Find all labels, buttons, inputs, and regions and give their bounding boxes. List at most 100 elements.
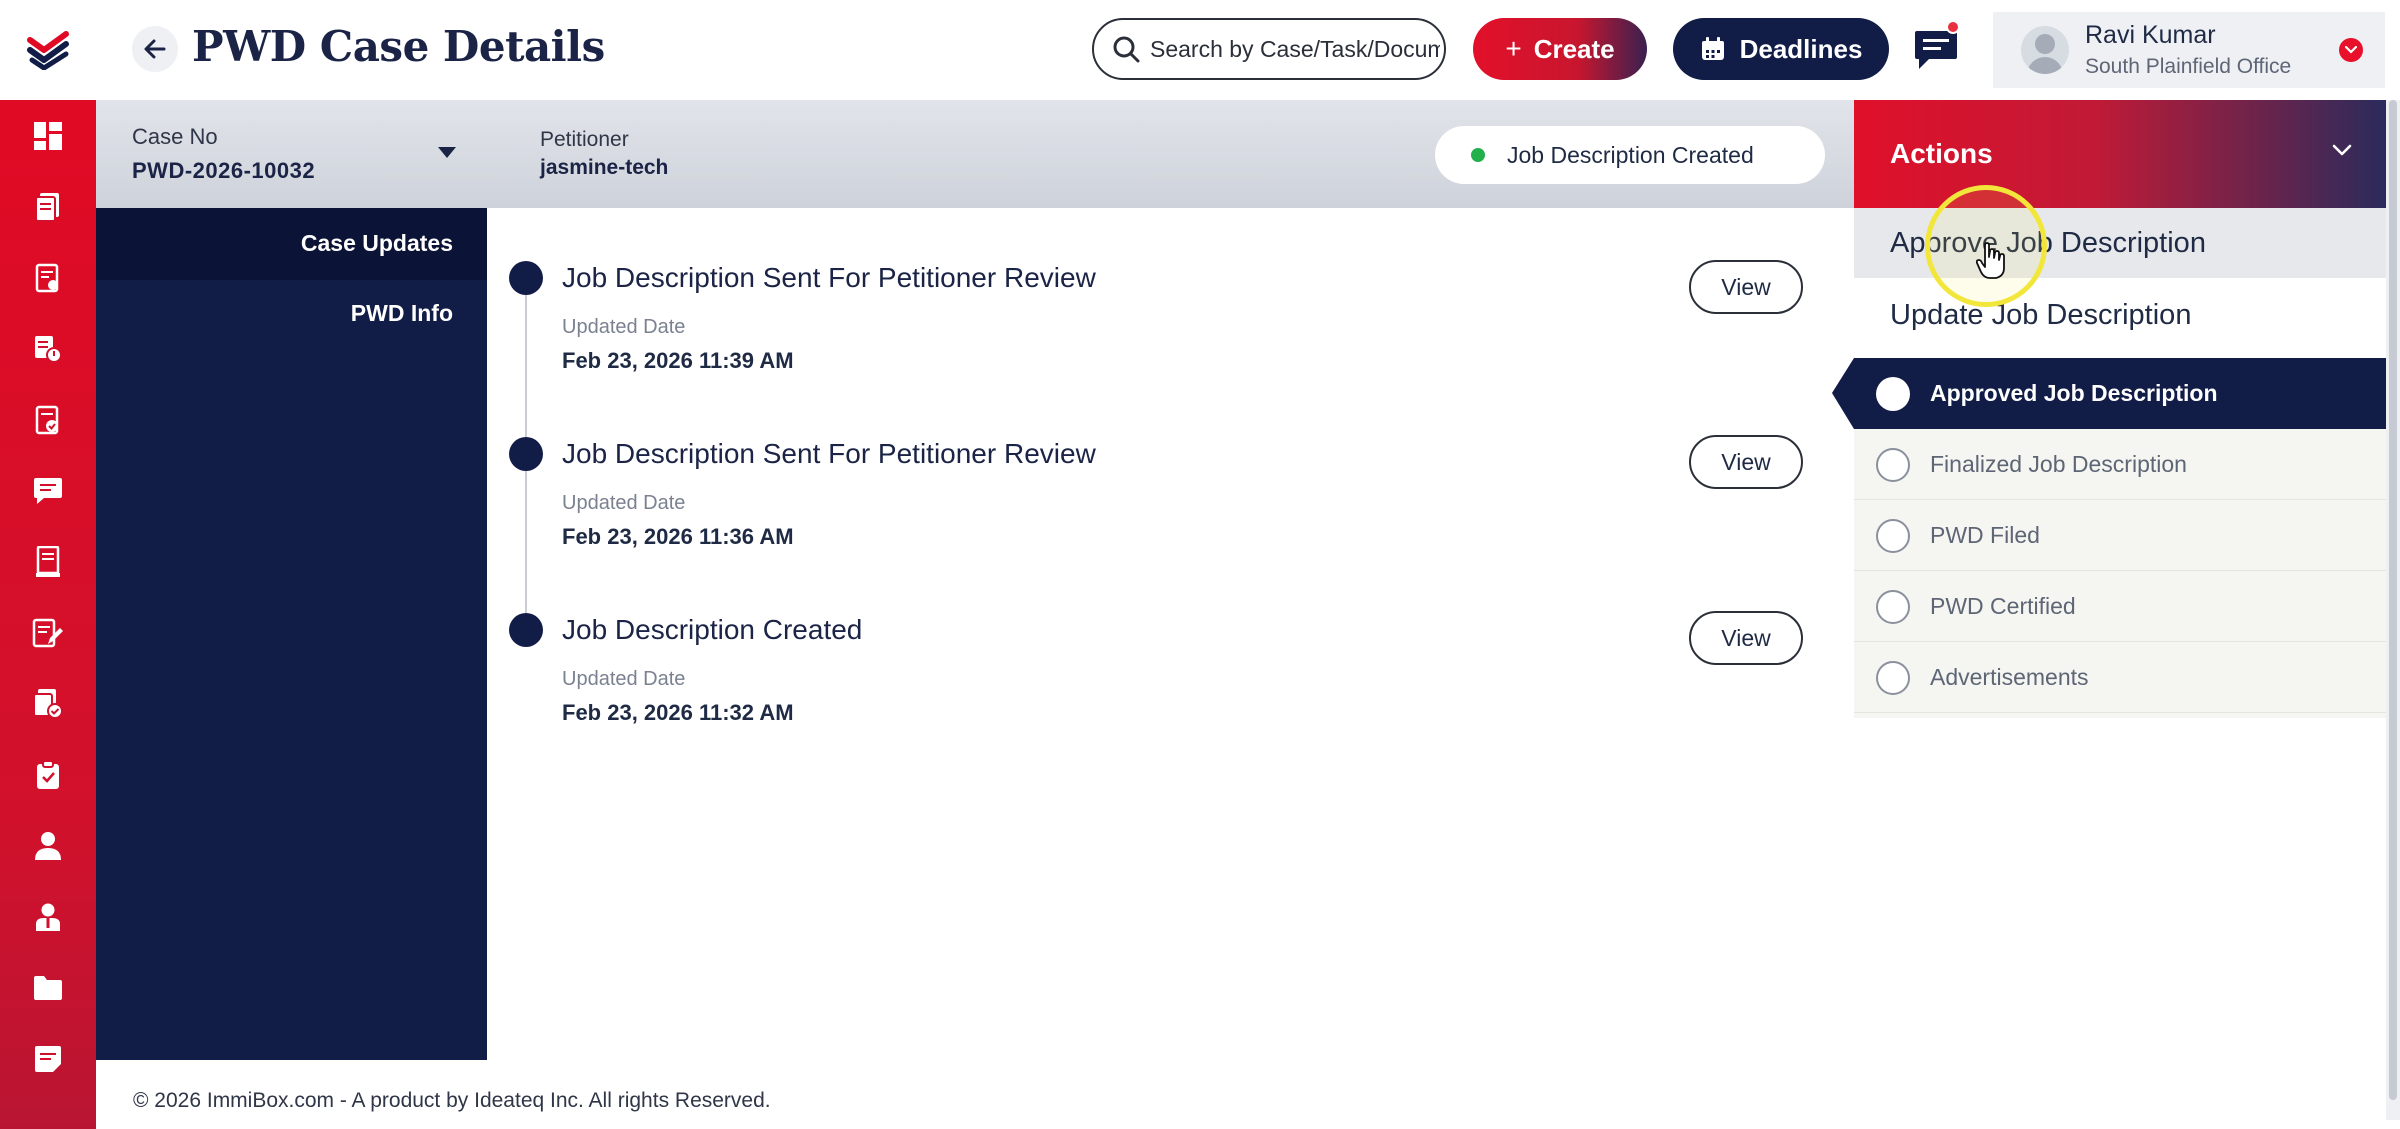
- subnav-item-pwd-info[interactable]: PWD Info: [351, 300, 453, 327]
- view-button[interactable]: View: [1689, 260, 1803, 314]
- actions-panel: Actions Approve Job Description Update J…: [1832, 100, 2386, 1120]
- user-icon: [35, 832, 61, 860]
- checklist-icon: [35, 405, 59, 435]
- case-dropdown-caret-icon[interactable]: [438, 147, 456, 158]
- rail-profile[interactable]: [0, 887, 96, 947]
- chat-icon: [1915, 31, 1957, 69]
- search-icon: [1113, 36, 1140, 63]
- step-label: PWD Filed: [1930, 521, 2040, 548]
- book-icon: [36, 546, 60, 577]
- user-meta: Ravi Kumar South Plainfield Office: [2085, 21, 2291, 79]
- step-pointer-icon: [1832, 358, 1854, 429]
- step-approved-job-description: Approved Job Description: [1832, 358, 2386, 429]
- create-button-label: Create: [1533, 33, 1615, 64]
- timeline-dot: [509, 613, 543, 647]
- timeline-dot: [509, 437, 543, 471]
- dashboard-icon: [34, 122, 62, 150]
- timeline-entry-title: Job Description Sent For Petitioner Revi…: [562, 262, 1096, 293]
- back-button[interactable]: [132, 26, 178, 72]
- task-list-icon: [35, 263, 59, 293]
- top-bar: PWD Case Details + Create Deadlines: [0, 0, 2400, 100]
- rail-edit-form[interactable]: [0, 603, 96, 663]
- create-button[interactable]: + Create: [1473, 18, 1647, 80]
- user-menu[interactable]: Ravi Kumar South Plainfield Office: [1993, 12, 2385, 88]
- logo-icon: [27, 31, 69, 70]
- rail-dashboard[interactable]: [0, 106, 96, 166]
- verified-file-icon: [33, 689, 63, 719]
- chat-button[interactable]: [1912, 20, 1960, 74]
- step-status-circle: [1876, 377, 1910, 411]
- arrow-left-icon: [144, 39, 166, 59]
- avatar: [2021, 26, 2069, 74]
- status-badge: Job Description Created: [1435, 126, 1825, 184]
- status-text: Job Description Created: [1507, 141, 1754, 168]
- timeline-date: Feb 23, 2026 11:39 AM: [562, 348, 794, 373]
- case-info-bar: Case No PWD-2026-10032 Petitioner jasmin…: [96, 100, 1854, 208]
- step-status-circle: [1876, 519, 1910, 553]
- petitioner-label: Petitioner: [540, 128, 629, 151]
- edit-form-icon: [32, 618, 63, 648]
- rail-notes[interactable]: [0, 1029, 96, 1089]
- step-status-circle: [1876, 590, 1910, 624]
- rail-tasks[interactable]: [0, 248, 96, 308]
- app-logo[interactable]: [0, 0, 96, 100]
- timeline-date: Feb 23, 2026 11:32 AM: [562, 700, 794, 725]
- case-progress-steps: Approved Job Description Finalized Job D…: [1832, 358, 2386, 718]
- case-subnav: Case Updates PWD Info: [96, 208, 487, 1060]
- rail-book[interactable]: [0, 532, 96, 592]
- subnav-item-case-updates[interactable]: Case Updates: [301, 230, 453, 257]
- user-name: Ravi Kumar: [2085, 21, 2216, 49]
- user-office: South Plainfield Office: [2085, 55, 2292, 78]
- timeline-date-label: Updated Date: [562, 316, 686, 338]
- actions-title: Actions: [1890, 138, 1993, 169]
- approve-job-description-action[interactable]: Approve Job Description: [1854, 208, 2386, 278]
- footer-copyright: © 2026 ImmiBox.com - A product by Ideate…: [133, 1089, 771, 1112]
- timeline-entry-title: Job Description Sent For Petitioner Revi…: [562, 438, 1096, 469]
- timeline-entry-title: Job Description Created: [562, 614, 863, 645]
- clipboard-icon: [37, 760, 59, 789]
- step-advertisements: Advertisements: [1854, 642, 2386, 713]
- rail-documents[interactable]: [0, 177, 96, 237]
- deadlines-button[interactable]: Deadlines: [1673, 18, 1889, 80]
- timeline-dot: [509, 261, 543, 295]
- case-no-label: Case No: [132, 124, 218, 149]
- rail-messages[interactable]: [0, 461, 96, 521]
- document-icon: [35, 193, 59, 222]
- page-scrollbar[interactable]: [2386, 100, 2400, 1120]
- rail-clipboard[interactable]: [0, 745, 96, 805]
- step-finalized-job-description: Finalized Job Description: [1854, 429, 2386, 500]
- step-pwd-certified: PWD Certified: [1854, 571, 2386, 642]
- actions-header[interactable]: Actions: [1854, 100, 2386, 208]
- case-no-value: PWD-2026-10032: [132, 158, 316, 183]
- step-status-circle: [1876, 661, 1910, 695]
- calendar-icon: [1701, 37, 1724, 60]
- rail-checklist[interactable]: [0, 390, 96, 450]
- rail-user[interactable]: [0, 816, 96, 876]
- update-job-description-action[interactable]: Update Job Description: [1854, 280, 2386, 350]
- message-icon: [34, 478, 62, 504]
- petitioner-value: jasmine-tech: [540, 156, 669, 179]
- step-label: Finalized Job Description: [1930, 450, 2187, 477]
- timeline-date: Feb 23, 2026 11:36 AM: [562, 524, 794, 549]
- timeline-date-label: Updated Date: [562, 668, 686, 690]
- icon-rail: [0, 100, 96, 1129]
- rail-verified-files[interactable]: [0, 674, 96, 734]
- rail-folder[interactable]: [0, 958, 96, 1018]
- page-title: PWD Case Details: [192, 22, 605, 71]
- note-icon: [35, 1046, 61, 1072]
- search-box[interactable]: [1092, 18, 1446, 80]
- chevron-down-icon[interactable]: [2339, 38, 2363, 62]
- view-button[interactable]: View: [1689, 435, 1803, 489]
- rail-case-alerts[interactable]: [0, 319, 96, 379]
- scrollbar-thumb[interactable]: [2389, 100, 2397, 1100]
- deadlines-button-label: Deadlines: [1739, 33, 1863, 64]
- view-button[interactable]: View: [1689, 611, 1803, 665]
- profile-icon: [36, 903, 60, 931]
- step-label: Advertisements: [1930, 663, 2089, 690]
- case-updates-timeline: Job Description Sent For Petitioner Revi…: [487, 208, 1854, 1060]
- search-input[interactable]: [1150, 35, 1440, 63]
- step-label: Approved Job Description: [1930, 380, 2218, 406]
- step-status-circle: [1876, 448, 1910, 482]
- timeline-date-label: Updated Date: [562, 492, 686, 514]
- chevron-down-icon: [2332, 144, 2352, 156]
